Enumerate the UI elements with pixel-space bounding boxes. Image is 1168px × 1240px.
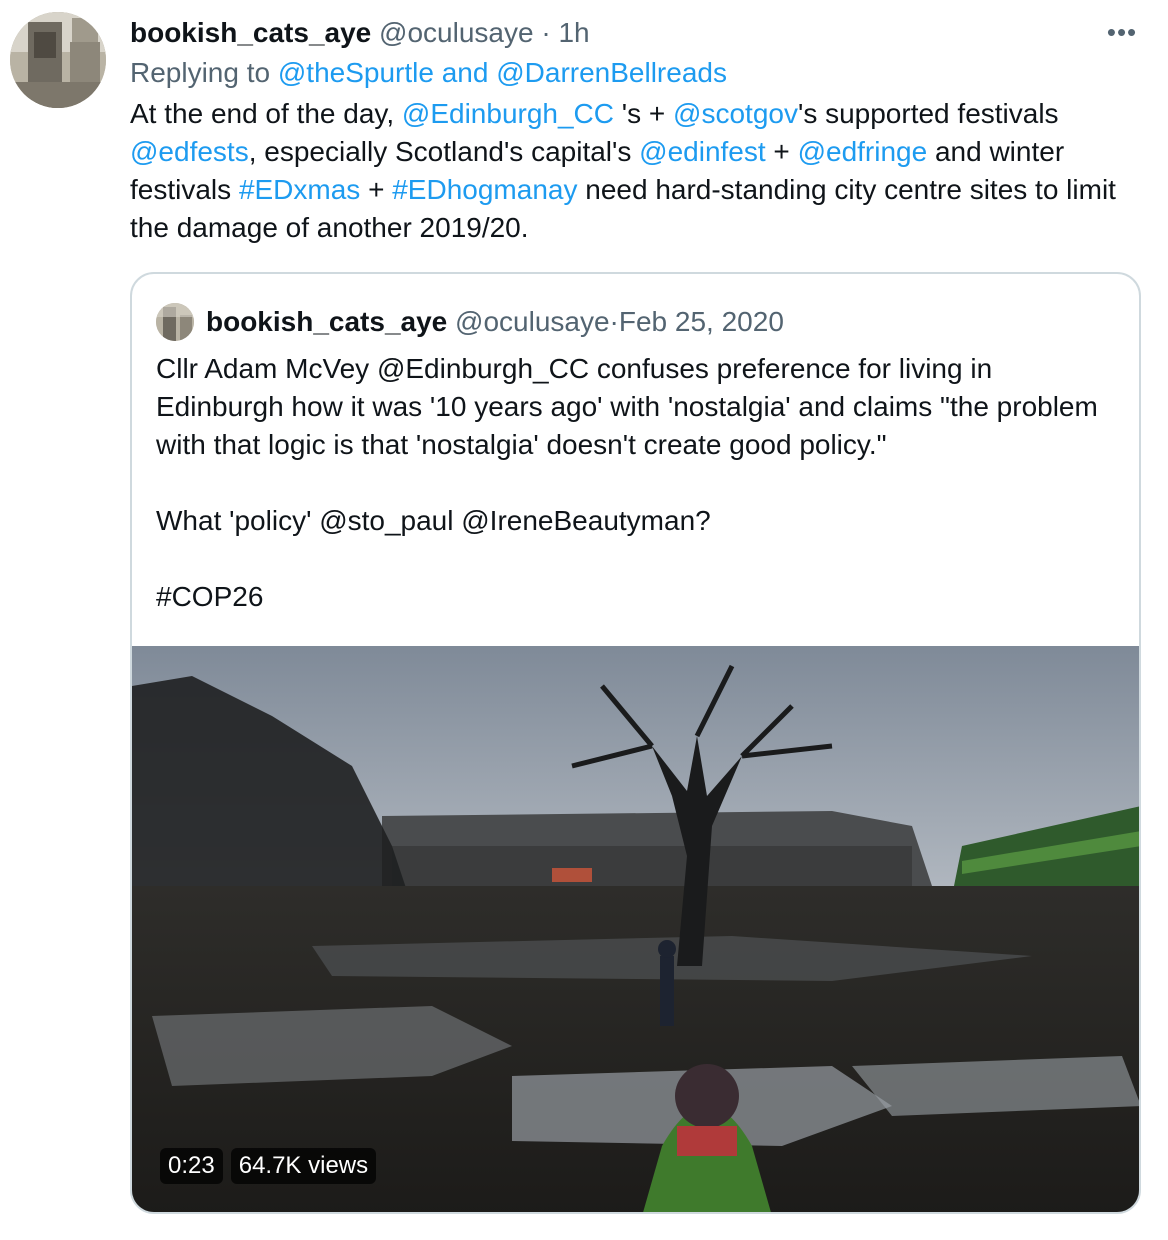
video-frame	[132, 646, 1139, 1212]
text-segment: 's supported festivals	[797, 98, 1059, 129]
text-segment: , especially Scotland's capital's	[248, 136, 640, 167]
reply-mention-thespurtle[interactable]: @theSpurtle	[278, 57, 434, 88]
author-avatar[interactable]	[10, 12, 106, 108]
tweet-header: bookish_cats_aye @oculusaye · 1h	[130, 14, 1140, 52]
replying-to: Replying to @theSpurtle and @DarrenBellr…	[130, 52, 1140, 94]
reply-joiner: and	[433, 57, 497, 88]
text-segment: +	[765, 136, 798, 167]
mention-edfringe[interactable]: @edfringe	[798, 136, 928, 167]
quoted-tweet-card[interactable]: bookish_cats_aye @oculusaye · Feb 25, 20…	[130, 272, 1141, 1214]
text-segment: +	[360, 174, 393, 205]
quoted-display-name: bookish_cats_aye	[206, 306, 448, 337]
mention-edinfest[interactable]: @edinfest	[639, 136, 766, 167]
tweet-time[interactable]: 1h	[558, 17, 589, 48]
quoted-tweet-text: Cllr Adam McVey @Edinburgh_CC confuses p…	[156, 350, 1116, 616]
tweet: bookish_cats_aye @oculusaye · 1h Replyin…	[130, 14, 1140, 247]
mention-edinburgh-cc[interactable]: @Edinburgh_CC	[402, 98, 614, 129]
text-segment: 's +	[614, 98, 674, 129]
video-player[interactable]: 0:23 64.7K views	[132, 646, 1139, 1212]
text-segment: At the end of the day,	[130, 98, 402, 129]
video-badges: 0:23 64.7K views	[160, 1148, 377, 1184]
header-separator: ·	[533, 17, 559, 48]
video-view-count: 64.7K views	[230, 1148, 377, 1184]
mention-edfests[interactable]: @edfests	[130, 136, 249, 167]
quoted-author-avatar	[156, 303, 194, 341]
hashtag-edhogmanay[interactable]: #EDhogmanay	[392, 174, 577, 205]
replying-prefix: Replying to	[130, 57, 278, 88]
tweet-text: At the end of the day, @Edinburgh_CC 's …	[130, 95, 1140, 247]
quoted-date: Feb 25, 2020	[618, 306, 784, 337]
quoted-paragraph: Cllr Adam McVey @Edinburgh_CC confuses p…	[156, 353, 1106, 460]
hashtag-edxmas[interactable]: #EDxmas	[239, 174, 360, 205]
author-handle[interactable]: @oculusaye	[379, 17, 534, 48]
mention-scotgov[interactable]: @scotgov	[673, 98, 798, 129]
reply-mention-darrenbellreads[interactable]: @DarrenBellreads	[496, 57, 727, 88]
author-display-name[interactable]: bookish_cats_aye	[130, 17, 371, 48]
quoted-paragraph: What 'policy' @sto_paul @IreneBeautyman?	[156, 505, 711, 536]
quoted-hashtag-paragraph: #COP26	[156, 581, 264, 612]
quoted-tweet-header: bookish_cats_aye @oculusaye · Feb 25, 20…	[156, 302, 784, 342]
video-duration: 0:23	[160, 1148, 223, 1184]
quoted-separator: ·	[609, 306, 619, 337]
quoted-handle: @oculusaye	[455, 306, 610, 337]
